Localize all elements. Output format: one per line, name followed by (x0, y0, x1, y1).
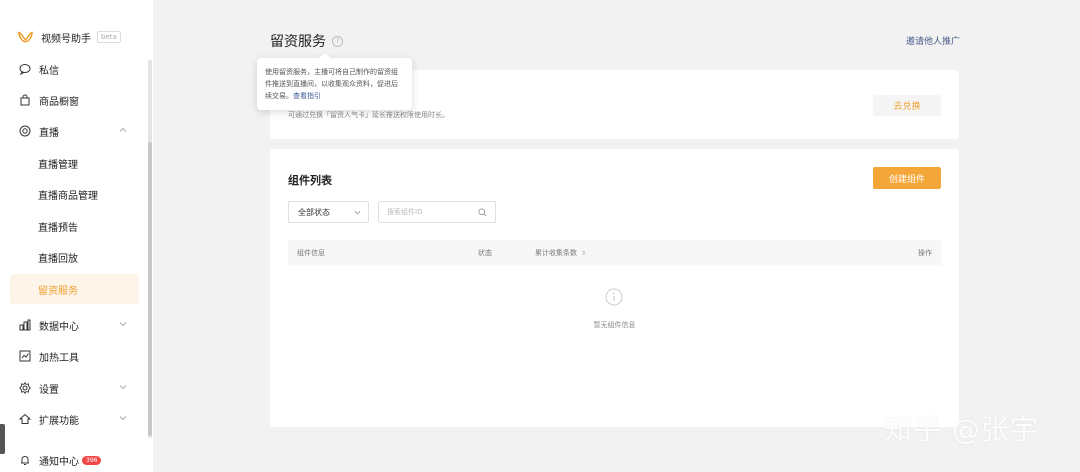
page-title: 留资服务 ? (270, 31, 343, 51)
column-header-total-label: 累计收集条数 (535, 249, 577, 257)
chevron-up-icon[interactable] (119, 126, 127, 134)
scrollbar-thumb[interactable] (148, 142, 152, 436)
chevron-down-icon (354, 210, 361, 215)
sidebar-item-label: 通知中心 (39, 456, 79, 468)
chevron-down-icon[interactable] (119, 383, 127, 391)
column-header-info: 组件信息 (297, 249, 325, 257)
brand[interactable]: 视频号助手 beta (18, 27, 121, 47)
extension-icon (19, 413, 31, 425)
sidebar-item-live-management[interactable]: 直播管理 (10, 148, 139, 178)
bar-chart-icon (19, 319, 31, 331)
sidebar-item-live-replay[interactable]: 直播回放 (10, 242, 139, 272)
sort-icon[interactable]: ⇕ (581, 250, 586, 257)
exchange-button[interactable]: 去兑换 (873, 95, 941, 116)
view-guide-link[interactable]: 查看指引 (293, 92, 321, 100)
empty-state-text: 暂无组件信息 (593, 321, 636, 329)
beta-badge: beta (97, 31, 121, 43)
sidebar-item-messages[interactable]: 私信 (10, 54, 139, 84)
channels-logo-icon (18, 31, 33, 43)
sidebar-item-boost-tools[interactable]: 加热工具 (10, 341, 139, 371)
status-filter-select[interactable]: 全部状态 (288, 201, 369, 223)
chevron-down-icon[interactable] (119, 414, 127, 422)
sidebar-item-lead-service[interactable]: 留资服务 (10, 274, 139, 304)
help-icon[interactable]: ? (332, 35, 343, 47)
sidebar: 视频号助手 beta 私信 商品橱窗 直播 直播管理 直播商品管理 直播预告 直… (0, 0, 153, 472)
bell-icon (19, 454, 31, 466)
search-icon[interactable] (478, 208, 487, 217)
tooltip-arrow (319, 52, 331, 64)
component-search-box[interactable] (378, 201, 496, 223)
sidebar-item-live-products[interactable]: 直播商品管理 (10, 179, 139, 209)
table-header: 组件信息 状态 累计收集条数 ⇕ 操作 (288, 240, 941, 265)
sidebar-item-label: 扩展功能 (39, 415, 79, 427)
shopping-bag-icon (19, 94, 31, 106)
notification-count-badge: 396 (82, 455, 102, 465)
sidebar-item-label: 商品橱窗 (39, 96, 79, 108)
sidebar-item-label: 直播 (39, 127, 59, 139)
chevron-down-icon[interactable] (119, 320, 127, 328)
sidebar-item-live-preview[interactable]: 直播预告 (10, 211, 139, 241)
help-tooltip: 使用留资服务，主播可将自己制作的留资组件推送到直播间，以收集观众资料，促进后续交… (257, 52, 412, 110)
sidebar-item-label: 设置 (39, 384, 59, 396)
tooltip-text: 使用留资服务，主播可将自己制作的留资组件推送到直播间，以收集观众资料，促进后续交… (265, 68, 398, 100)
sidebar-item-settings[interactable]: 设置 (10, 373, 139, 403)
sidebar-item-extensions[interactable]: 扩展功能 (10, 404, 139, 434)
permission-description: 可通过兑换「留资人气卡」延长推送权限使用时长。 (288, 111, 449, 119)
sidebar-item-label: 直播回放 (38, 253, 78, 265)
invite-promoter-link[interactable]: 邀请他人推广 (906, 34, 960, 47)
trend-chart-icon (19, 350, 31, 362)
sidebar-item-label: 直播管理 (38, 159, 78, 171)
column-header-total[interactable]: 累计收集条数 ⇕ (535, 248, 586, 258)
gear-icon (19, 382, 31, 394)
component-list-card: 组件列表 创建组件 全部状态 组件信息 状态 累计收集条数 ⇕ 操作 暂无组件信… (270, 149, 959, 427)
component-id-search-input[interactable] (387, 208, 467, 216)
sidebar-item-data-center[interactable]: 数据中心 (10, 310, 139, 340)
sidebar-item-showcase[interactable]: 商品橱窗 (10, 85, 139, 115)
component-list-title: 组件列表 (288, 174, 332, 187)
sidebar-item-label: 留资服务 (38, 285, 78, 297)
app-name: 视频号助手 (41, 33, 91, 45)
sidebar-scrollbar[interactable] (148, 60, 152, 438)
sidebar-item-label: 直播商品管理 (38, 190, 98, 202)
column-header-actions: 操作 (918, 249, 932, 257)
column-header-status: 状态 (478, 249, 492, 257)
page-title-text: 留资服务 (270, 34, 326, 50)
info-icon (605, 288, 623, 306)
status-filter-value: 全部状态 (298, 207, 330, 217)
live-circle-icon (19, 125, 31, 137)
watermark: 知乎 @张宇 (884, 413, 1039, 446)
sidebar-item-label: 私信 (39, 65, 59, 77)
sidebar-item-label: 数据中心 (39, 321, 79, 333)
create-component-button[interactable]: 创建组件 (873, 167, 941, 189)
sidebar-item-label: 加热工具 (39, 352, 79, 364)
edge-handle[interactable] (0, 424, 5, 454)
sidebar-item-notifications[interactable]: 通知中心 396 (10, 445, 139, 472)
sidebar-item-live[interactable]: 直播 (10, 116, 139, 146)
chat-bubble-icon (19, 63, 31, 75)
sidebar-item-label: 直播预告 (38, 222, 78, 234)
